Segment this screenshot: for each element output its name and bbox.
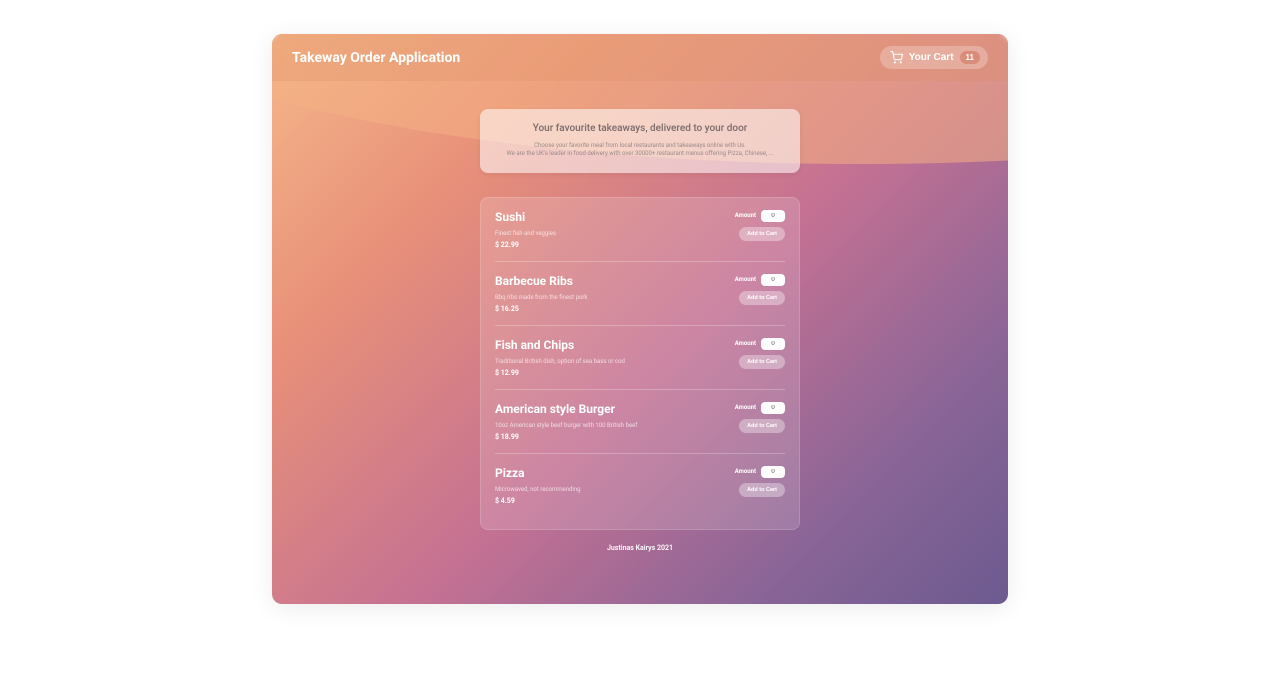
amount-input[interactable] — [761, 402, 785, 414]
hero-subtitle-line1: Choose your favorite meal from local res… — [498, 142, 782, 150]
meal-action: Amount Add to Cart — [735, 274, 785, 313]
app-frame: Takeway Order Application Your Cart 11 Y… — [272, 34, 1008, 604]
amount-row: Amount — [735, 274, 785, 286]
content-area: Your favourite takeaways, delivered to y… — [272, 109, 1008, 552]
meal-action: Amount Add to Cart — [735, 338, 785, 377]
meal-price: $ 12.99 — [495, 369, 625, 377]
amount-input[interactable] — [761, 466, 785, 478]
hero-subtitle-line2: We are the UK's leader in food delivery … — [498, 150, 782, 158]
meal-price: $ 22.99 — [495, 241, 556, 249]
header-bar: Takeway Order Application Your Cart 11 — [272, 34, 1008, 81]
meal-name: Barbecue Ribs — [495, 274, 587, 288]
meal-row: Fish and Chips Traditional British dish,… — [495, 326, 785, 390]
amount-row: Amount — [735, 466, 785, 478]
amount-row: Amount — [735, 210, 785, 222]
meal-price-value: 4.59 — [501, 497, 515, 505]
meal-info: Sushi Finest fish and veggies $ 22.99 — [495, 210, 556, 249]
meal-info: Fish and Chips Traditional British dish,… — [495, 338, 625, 377]
add-to-cart-button[interactable]: Add to Cart — [739, 483, 785, 497]
meal-info: Barbecue Ribs Bbq ribs made from the fin… — [495, 274, 587, 313]
meal-price: $ 16.25 — [495, 305, 587, 313]
app-title: Takeway Order Application — [292, 50, 460, 66]
amount-input[interactable] — [761, 210, 785, 222]
meal-row: Sushi Finest fish and veggies $ 22.99 Am… — [495, 198, 785, 262]
cart-label: Your Cart — [909, 52, 954, 63]
footer-text: Justinas Kairys 2021 — [607, 544, 673, 552]
amount-label: Amount — [735, 212, 756, 219]
hero-card: Your favourite takeaways, delivered to y… — [480, 109, 800, 173]
amount-row: Amount — [735, 402, 785, 414]
meal-price: $ 4.59 — [495, 497, 581, 505]
meal-info: American style Burger 10oz American styl… — [495, 402, 637, 441]
amount-input[interactable] — [761, 338, 785, 350]
meal-name: Pizza — [495, 466, 581, 480]
meal-description: Finest fish and veggies — [495, 230, 556, 237]
meal-price-value: 18.99 — [501, 433, 519, 441]
cart-icon — [890, 51, 903, 64]
menu-card: Sushi Finest fish and veggies $ 22.99 Am… — [480, 197, 800, 530]
meal-row: Barbecue Ribs Bbq ribs made from the fin… — [495, 262, 785, 326]
meal-info: Pizza Microwaved, not recommending $ 4.5… — [495, 466, 581, 505]
meal-name: Fish and Chips — [495, 338, 625, 352]
amount-input[interactable] — [761, 274, 785, 286]
amount-label: Amount — [735, 276, 756, 283]
add-to-cart-button[interactable]: Add to Cart — [739, 291, 785, 305]
meal-description: 10oz American style beef burger with 100… — [495, 422, 637, 429]
meal-name: Sushi — [495, 210, 556, 224]
cart-button[interactable]: Your Cart 11 — [880, 46, 988, 69]
meal-action: Amount Add to Cart — [735, 402, 785, 441]
add-to-cart-button[interactable]: Add to Cart — [739, 227, 785, 241]
add-to-cart-button[interactable]: Add to Cart — [739, 419, 785, 433]
amount-label: Amount — [735, 340, 756, 347]
meal-price-value: 16.25 — [501, 305, 519, 313]
meal-description: Microwaved, not recommending — [495, 486, 581, 493]
hero-subtitle: Choose your favorite meal from local res… — [498, 142, 782, 159]
meal-price-value: 12.99 — [501, 369, 519, 377]
meal-action: Amount Add to Cart — [735, 466, 785, 505]
amount-row: Amount — [735, 338, 785, 350]
meal-name: American style Burger — [495, 402, 637, 416]
amount-label: Amount — [735, 468, 756, 475]
meal-row: American style Burger 10oz American styl… — [495, 390, 785, 454]
meal-price: $ 18.99 — [495, 433, 637, 441]
meal-description: Traditional British dish, option of sea … — [495, 358, 625, 365]
amount-label: Amount — [735, 404, 756, 411]
meal-price-value: 22.99 — [501, 241, 519, 249]
add-to-cart-button[interactable]: Add to Cart — [739, 355, 785, 369]
meal-row: Pizza Microwaved, not recommending $ 4.5… — [495, 454, 785, 517]
cart-count-badge: 11 — [960, 51, 980, 64]
hero-title: Your favourite takeaways, delivered to y… — [498, 123, 782, 134]
meal-description: Bbq ribs made from the finest pork — [495, 294, 587, 301]
meal-action: Amount Add to Cart — [735, 210, 785, 249]
